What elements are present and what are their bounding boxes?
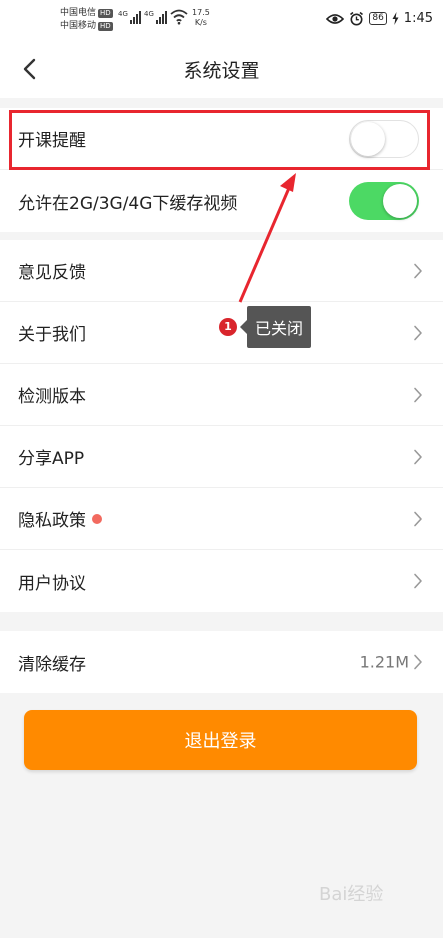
chevron-right-icon — [414, 387, 422, 402]
cache-video-label: 允许在2G/3G/4G下缓存视频 — [18, 193, 238, 214]
toggle-knob — [383, 184, 417, 218]
hd-badge: HD — [98, 9, 113, 18]
network-speed: 17.5 K/s — [192, 8, 210, 27]
page-header: 系统设置 — [0, 40, 443, 98]
signal-icon: 4G — [144, 10, 167, 24]
carrier-2: 中国移动 — [60, 21, 97, 31]
cache-video-row: 允许在2G/3G/4G下缓存视频 — [0, 170, 443, 232]
signal-icon: 4G — [118, 10, 141, 24]
wifi-icon — [170, 9, 188, 25]
chevron-right-icon — [414, 511, 422, 526]
feedback-label: 意见反馈 — [18, 263, 86, 283]
hd-badge: HD — [98, 22, 113, 31]
clear-cache-label: 清除缓存 — [18, 654, 86, 675]
check-version-item[interactable]: 检测版本 — [0, 364, 443, 426]
chevron-right-icon — [414, 449, 422, 464]
eye-icon — [326, 13, 345, 24]
privacy-policy-item[interactable]: 隐私政策 — [0, 488, 443, 550]
annotation-tooltip: 已关闭 — [239, 306, 312, 348]
logout-button[interactable]: 退出登录 — [24, 710, 417, 770]
class-reminder-label: 开课提醒 — [18, 131, 86, 151]
toggle-knob — [351, 121, 385, 156]
about-us-label: 关于我们 — [18, 325, 86, 345]
class-reminder-row: 开课提醒 — [0, 108, 443, 170]
charging-icon — [392, 12, 399, 25]
svg-text:Bai经验: Bai经验 — [319, 884, 383, 905]
annotation-number: 1 — [219, 318, 237, 336]
class-reminder-toggle[interactable] — [349, 119, 419, 158]
page-title: 系统设置 — [183, 60, 260, 82]
chevron-right-icon — [414, 263, 422, 278]
check-version-label: 检测版本 — [18, 387, 86, 407]
chevron-right-icon — [414, 325, 422, 340]
status-bar: 中国电信 HD 中国移动 HD 4G 4G 17.5 K/s 86 1:45 — [0, 0, 443, 40]
baidu-jingyan-watermark: Bai经验 — [319, 884, 383, 905]
annotation-callout: 1 已关闭 — [219, 306, 312, 348]
user-agreement-label: 用户协议 — [18, 573, 86, 594]
chevron-right-icon — [414, 654, 422, 670]
cache-size: 1.21M — [359, 652, 409, 672]
share-app-item[interactable]: 分享APP — [0, 426, 443, 488]
battery-icon: 86 — [369, 12, 387, 25]
carrier-info: 中国电信 HD 中国移动 HD — [60, 7, 113, 33]
cache-video-toggle[interactable] — [349, 182, 419, 220]
unread-dot — [92, 513, 102, 524]
cache-group: 清除缓存 1.21M — [0, 631, 443, 693]
clock: 1:45 — [403, 11, 433, 26]
user-agreement-item[interactable]: 用户协议 — [0, 550, 443, 612]
clear-cache-item[interactable]: 清除缓存 1.21M — [0, 631, 443, 693]
alarm-icon — [350, 11, 364, 26]
share-app-label: 分享APP — [18, 449, 85, 469]
nav-settings-group: 意见反馈 关于我们 检测版本 分享APP 隐私政策 用户协议 — [0, 240, 443, 612]
carrier-1: 中国电信 — [60, 8, 97, 18]
privacy-policy-label: 隐私政策 — [18, 511, 86, 531]
feedback-item[interactable]: 意见反馈 — [0, 240, 443, 302]
toggle-settings-group: 开课提醒 允许在2G/3G/4G下缓存视频 — [0, 108, 443, 232]
chevron-right-icon — [414, 573, 422, 589]
